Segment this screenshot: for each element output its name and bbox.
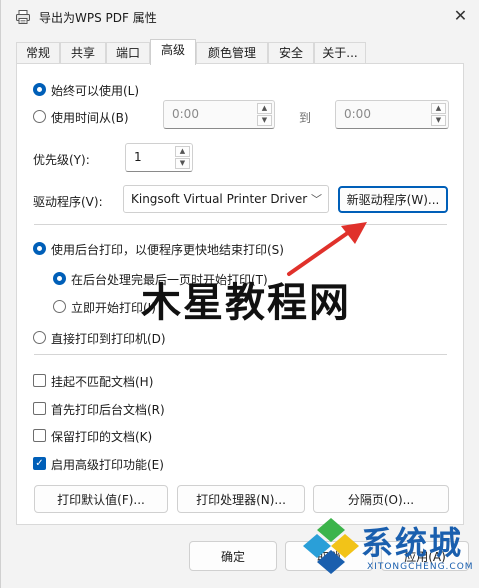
always-available-label: 始终可以使用(L): [51, 84, 140, 98]
advanced-features-label: 启用高级打印功能(E): [51, 458, 164, 472]
driver-label: 驱动程序(V):: [33, 195, 103, 209]
available-from-radio[interactable]: [33, 110, 46, 123]
available-from-label: 使用时间从(B): [51, 111, 129, 125]
printer-properties-window: 导出为WPS PDF 属性 ✕ 常规 共享 端口 高级 颜色管理 安全 关于..…: [0, 0, 479, 588]
start-immediately-radio[interactable]: [53, 300, 66, 313]
chevron-down-icon: ﹀: [311, 193, 322, 206]
start-after-last-page-radio[interactable]: [53, 272, 66, 285]
always-available-radio[interactable]: [33, 83, 46, 96]
tab-sharing[interactable]: 共享: [60, 42, 106, 64]
tab-security[interactable]: 安全: [268, 42, 314, 64]
advanced-features-checkbox[interactable]: ✓: [33, 457, 46, 470]
hold-mismatched-checkbox[interactable]: [33, 374, 46, 387]
watermark-url: XITONGCHENG.COM: [367, 562, 474, 572]
divider: [34, 354, 447, 355]
keep-printed-checkbox[interactable]: [33, 429, 46, 442]
ok-button[interactable]: 确定: [189, 541, 277, 571]
separator-page-button[interactable]: 分隔页(O)...: [313, 485, 449, 513]
printer-icon: [16, 10, 30, 24]
watermark-brand: 系统城: [361, 524, 464, 562]
driver-select-value: Kingsoft Virtual Printer Driver: [131, 192, 308, 206]
new-driver-button[interactable]: 新驱动程序(W)...: [338, 186, 448, 213]
divider: [34, 224, 447, 225]
priority-label: 优先级(Y):: [33, 153, 90, 167]
tab-color-management[interactable]: 颜色管理: [196, 42, 268, 64]
spin-up-icon[interactable]: ▲: [431, 103, 446, 114]
spin-down-icon[interactable]: ▼: [175, 158, 190, 169]
from-time-spinner[interactable]: 0:00 ▲ ▼: [163, 100, 275, 129]
print-direct-radio[interactable]: [33, 331, 46, 344]
tab-advanced[interactable]: 高级: [150, 39, 196, 65]
printing-defaults-button[interactable]: 打印默认值(F)...: [34, 485, 168, 513]
close-button[interactable]: ✕: [441, 0, 479, 30]
spin-down-icon[interactable]: ▼: [431, 115, 446, 126]
spooled-first-checkbox[interactable]: [33, 402, 46, 415]
spin-up-icon[interactable]: ▲: [175, 146, 190, 157]
spin-down-icon[interactable]: ▼: [257, 115, 272, 126]
from-time-value: 0:00: [172, 107, 199, 121]
priority-value: 1: [134, 150, 142, 164]
to-label: 到: [299, 111, 312, 125]
red-arrow-annotation: [287, 222, 367, 276]
spool-radio[interactable]: [33, 242, 46, 255]
close-icon: ✕: [453, 5, 468, 25]
to-time-value: 0:00: [344, 107, 371, 121]
spool-label: 使用后台打印，以便程序更快地结束打印(S): [51, 243, 284, 257]
tab-about[interactable]: 关于...: [314, 42, 366, 64]
print-processor-button[interactable]: 打印处理器(N)...: [177, 485, 305, 513]
window-title: 导出为WPS PDF 属性: [39, 11, 157, 25]
tab-ports[interactable]: 端口: [106, 42, 150, 64]
driver-select[interactable]: Kingsoft Virtual Printer Driver ﹀: [123, 185, 329, 213]
site-logo-icon: [303, 518, 359, 574]
to-time-spinner[interactable]: 0:00 ▲ ▼: [335, 100, 449, 129]
priority-spinner[interactable]: 1 ▲ ▼: [125, 143, 193, 172]
watermark-text: 木星教程网: [141, 280, 351, 326]
tab-general[interactable]: 常规: [16, 42, 60, 64]
spooled-first-label: 首先打印后台文档(R): [51, 403, 165, 417]
keep-printed-label: 保留打印的文档(K): [51, 430, 153, 444]
spin-up-icon[interactable]: ▲: [257, 103, 272, 114]
hold-mismatched-label: 挂起不匹配文档(H): [51, 375, 154, 389]
title-bar: 导出为WPS PDF 属性 ✕: [1, 0, 479, 34]
print-direct-label: 直接打印到打印机(D): [51, 332, 166, 346]
